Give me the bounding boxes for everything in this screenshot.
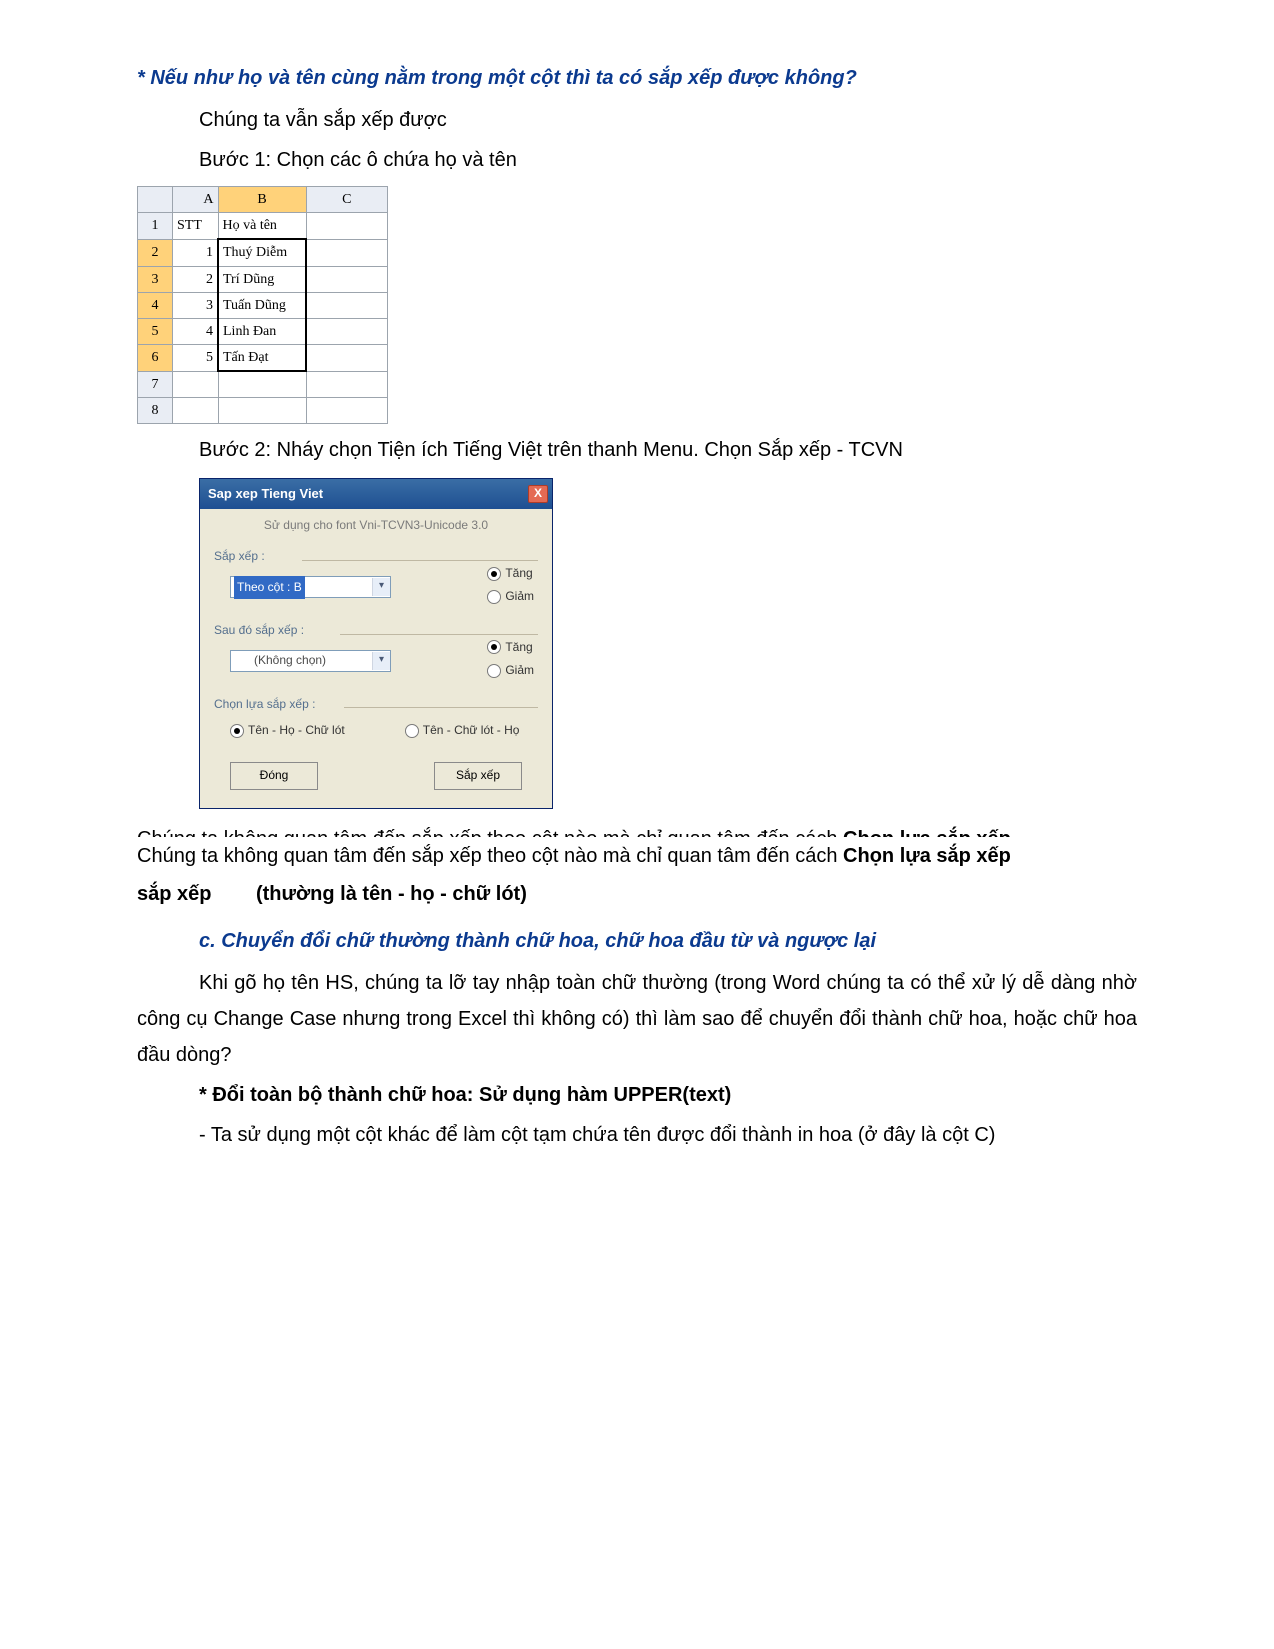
close-button[interactable]: Đóng	[230, 762, 318, 790]
cell-A5: 4	[173, 318, 219, 344]
dialog-title-text: Sap xep Tieng Viet	[208, 482, 323, 505]
cell-B4: Tuấn Dũng	[218, 292, 306, 318]
radio-primary-giam[interactable]: Giảm	[487, 586, 534, 608]
answer-line: Chúng ta vẫn sắp xếp được	[199, 102, 1137, 138]
cell-B3: Trí Dũng	[218, 266, 306, 292]
secondary-sort-dropdown[interactable]: (Không chọn) ▾	[230, 650, 391, 672]
secondary-sort-value: (Không chọn)	[254, 650, 326, 672]
cell-C6	[306, 345, 388, 372]
paragraph-5: - Ta sử dụng một cột khác để làm cột tạm…	[137, 1117, 1137, 1153]
legend-saudo: Sau đó sắp xếp :	[212, 620, 306, 642]
excel-row-8: 8	[138, 398, 173, 424]
excel-row-2: 2	[138, 239, 173, 266]
step-1: Bước 1: Chọn các ô chứa họ và tên	[199, 142, 1137, 178]
sort-button[interactable]: Sắp xếp	[434, 762, 522, 790]
radio-secondary-tang[interactable]: Tăng	[487, 637, 534, 659]
excel-row-4: 4	[138, 292, 173, 318]
excel-row-5: 5	[138, 318, 173, 344]
legend-chonlua: Chọn lựa sắp xếp :	[212, 694, 317, 716]
cell-A2: 1	[173, 239, 219, 266]
section-c-heading: c. Chuyển đổi chữ thường thành chữ hoa, …	[199, 923, 1137, 959]
excel-corner	[138, 187, 173, 213]
excel-row-3: 3	[138, 266, 173, 292]
primary-sort-value: Theo cột : B	[234, 576, 305, 600]
paragraph-4: * Đổi toàn bộ thành chữ hoa: Sử dụng hàm…	[137, 1077, 1137, 1113]
excel-row-7: 7	[138, 371, 173, 397]
cell-B1: Họ và tên	[218, 213, 306, 240]
cell-A7	[173, 371, 219, 397]
dialog-subtitle: Sử dụng cho font Vni-TCVN3-Unicode 3.0	[212, 515, 540, 537]
radio-primary-tang[interactable]: Tăng	[487, 563, 534, 585]
cell-A6: 5	[173, 345, 219, 372]
step-2: Bước 2: Nháy chọn Tiện ích Tiếng Việt tr…	[199, 432, 1137, 468]
paragraph-3: Khi gõ họ tên HS, chúng ta lỡ tay nhập t…	[137, 965, 1137, 1073]
cell-A4: 3	[173, 292, 219, 318]
cell-C4	[306, 292, 388, 318]
cell-C2	[306, 239, 388, 266]
chevron-down-icon: ▾	[372, 652, 390, 670]
cell-B5: Linh Đan	[218, 318, 306, 344]
excel-row-1: 1	[138, 213, 173, 240]
cell-C1	[306, 213, 388, 240]
excel-col-A: A	[173, 187, 219, 213]
sort-dialog: Sap xep Tieng Viet X Sử dụng cho font Vn…	[199, 478, 553, 809]
radio-option-2[interactable]: Tên - Chữ lót - Họ	[405, 720, 520, 742]
dialog-titlebar: Sap xep Tieng Viet X	[200, 479, 552, 508]
question-heading: * Nếu như họ và tên cùng nằm trong một c…	[137, 60, 1137, 96]
primary-sort-dropdown[interactable]: Theo cột : B ▾	[230, 576, 391, 598]
chevron-down-icon: ▾	[372, 578, 390, 596]
excel-screenshot: A B C 1 STT Họ và tên 2 1 Thuý Diễm 3 2 …	[137, 186, 1137, 424]
excel-col-C: C	[306, 187, 388, 213]
radio-secondary-giam[interactable]: Giảm	[487, 660, 534, 682]
cell-C3	[306, 266, 388, 292]
cell-B6: Tấn Đạt	[218, 345, 306, 372]
cell-B7	[218, 371, 306, 397]
note-paragraph: Chúng ta không quan tâm đến sắp xếp theo…	[137, 837, 1137, 913]
cell-C5	[306, 318, 388, 344]
excel-col-B: B	[218, 187, 306, 213]
cell-B2: Thuý Diễm	[218, 239, 306, 266]
cell-C8	[306, 398, 388, 424]
cell-B8	[218, 398, 306, 424]
radio-option-1[interactable]: Tên - Họ - Chữ lót	[230, 720, 345, 742]
cell-A3: 2	[173, 266, 219, 292]
excel-row-6: 6	[138, 345, 173, 372]
cell-A1: STT	[173, 213, 219, 240]
legend-sapxep: Sắp xếp :	[212, 546, 267, 568]
cell-C7	[306, 371, 388, 397]
cell-A8	[173, 398, 219, 424]
close-icon[interactable]: X	[528, 485, 548, 503]
